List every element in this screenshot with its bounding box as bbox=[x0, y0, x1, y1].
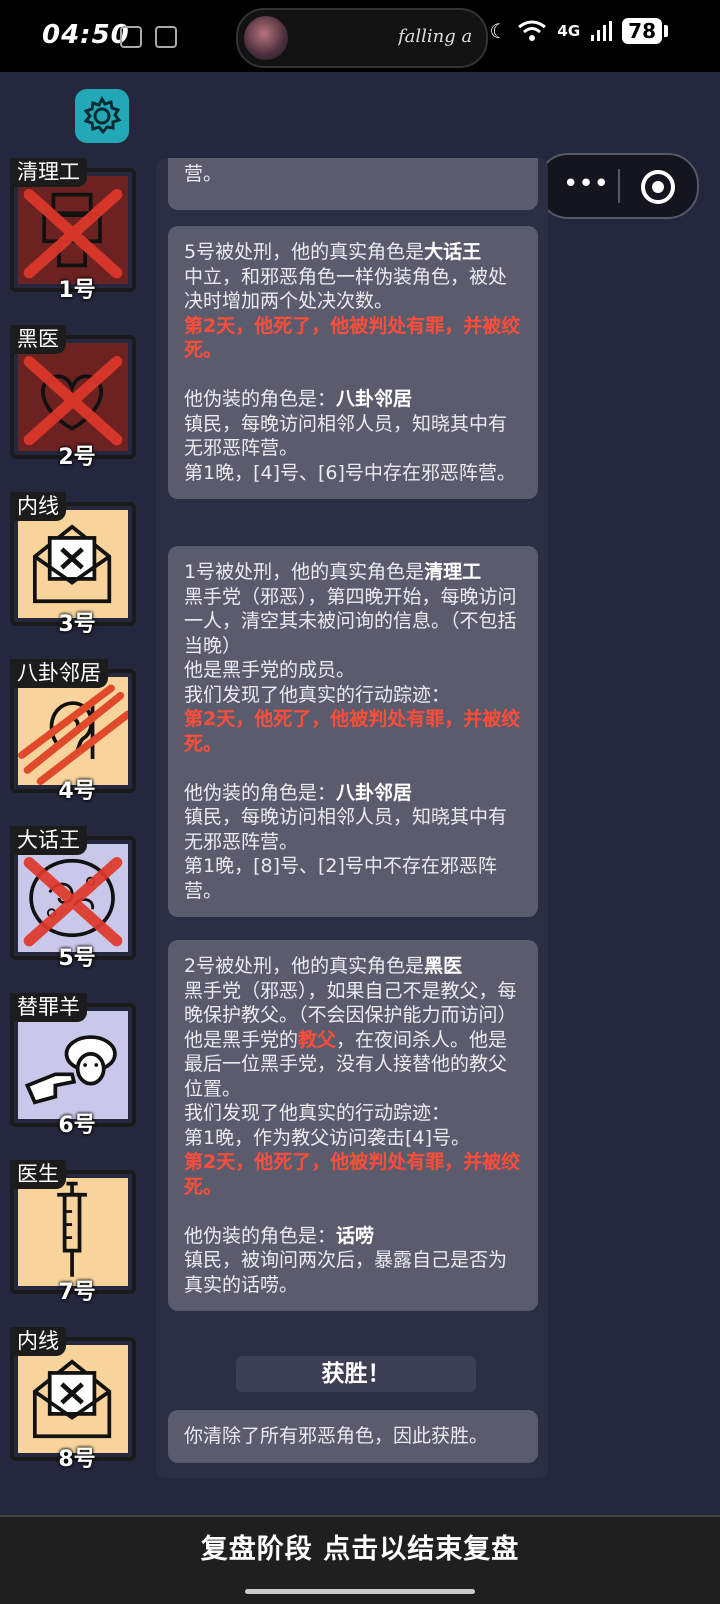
role-desc: 黑手党（邪恶），如果自己不是教父，每晚保护教父。（不会因保护能力而访问） bbox=[184, 979, 517, 1027]
log-text: 第1晚，作为教父访问袭击[4]号。 bbox=[184, 1126, 471, 1149]
night-result: 第1晚，[8]号、[2]号中不存在邪恶阵营。 bbox=[184, 855, 497, 902]
media-pill[interactable]: falling a bbox=[236, 8, 488, 68]
log-entry: 1号被处刑，他的真实角色是清理工 黑手党（邪恶），第四晚开始，每晚访问一人，清空… bbox=[168, 546, 538, 917]
album-art bbox=[244, 16, 288, 60]
victory-entry: 你清除了所有邪恶角色，因此获胜。 bbox=[168, 1410, 538, 1463]
message-icon bbox=[120, 26, 142, 48]
replay-log[interactable]: 营。 5号被处刑，他的真实角色是大话王 中立，和邪恶角色一样伪装角色，被处决时增… bbox=[156, 158, 548, 1478]
fake-role: 八卦邻居 bbox=[336, 388, 413, 410]
player-card-4[interactable]: 八卦邻居 4号 bbox=[10, 659, 144, 804]
log-entry: 5号被处刑，他的真实角色是大话王 中立，和邪恶角色一样伪装角色，被处决时增加两个… bbox=[168, 226, 538, 499]
player-number: 5号 bbox=[58, 946, 96, 971]
fake-desc: 镇民，每晚访问相邻人员，知晓其中有无邪恶阵营。 bbox=[184, 412, 508, 460]
envelope-x-icon bbox=[18, 510, 128, 618]
clock: 04:50 bbox=[42, 20, 130, 50]
fake-label: 他伪装的角色是： bbox=[184, 1224, 337, 1247]
log-text: 1号被处刑，他的真实角色是 bbox=[184, 561, 425, 583]
death-note: 第2天，他死了，他被判处有罪，并被绞死。 bbox=[184, 314, 521, 362]
status-bar: 04:50 falling a ☾ 4G 78 bbox=[0, 0, 720, 72]
victory-title: 获胜！ bbox=[236, 1356, 476, 1392]
player-card-8[interactable]: 内线 8号 bbox=[10, 1327, 144, 1472]
player-number: 4号 bbox=[58, 779, 96, 804]
signal-label: 4G bbox=[557, 22, 581, 40]
signal-icon bbox=[591, 21, 613, 41]
brain-icon bbox=[18, 844, 128, 952]
role-label: 内线 bbox=[10, 492, 66, 521]
capsule-divider bbox=[618, 169, 620, 203]
role-name: 清理工 bbox=[424, 561, 482, 583]
wifi-icon bbox=[518, 20, 547, 41]
player-card-5[interactable]: 大话王 5号 bbox=[10, 826, 144, 971]
fake-role: 八卦邻居 bbox=[336, 781, 413, 804]
fake-desc: 镇民，每晚访问相邻人员，知晓其中有无邪恶阵营。 bbox=[184, 806, 508, 853]
fake-role: 话唠 bbox=[336, 1224, 375, 1247]
envelope-x-icon bbox=[18, 1345, 128, 1453]
song-title: falling a bbox=[398, 26, 473, 47]
player-number: 3号 bbox=[58, 612, 96, 637]
role-name: 大话王 bbox=[424, 241, 482, 263]
role-label: 八卦邻居 bbox=[10, 659, 108, 688]
player-card-7[interactable]: 医生 7号 bbox=[10, 1160, 144, 1305]
log-text: 他是黑手党的成员。 bbox=[184, 659, 356, 681]
printer-icon bbox=[18, 176, 128, 284]
log-text: 营。 bbox=[184, 163, 223, 185]
log-entry: 2号被处刑，他的真实角色是黑医 黑手党（邪恶），如果自己不是教父，每晚保护教父。… bbox=[168, 940, 538, 1311]
gear-icon bbox=[83, 96, 122, 135]
battery-icon bbox=[664, 25, 668, 37]
role-label: 黑医 bbox=[10, 325, 66, 354]
log-text: 2号被处刑，他的真实角色是 bbox=[184, 955, 425, 977]
player-number: 1号 bbox=[58, 278, 96, 303]
player-card-1[interactable]: 清理工 1号 bbox=[10, 158, 144, 303]
player-card-3[interactable]: 内线 3号 bbox=[10, 492, 144, 637]
log-text: 5号被处刑，他的真实角色是 bbox=[184, 241, 425, 263]
player-number: 8号 bbox=[58, 1447, 96, 1472]
heart-icon bbox=[18, 343, 128, 451]
home-indicator bbox=[245, 1589, 475, 1594]
end-review-button[interactable]: 复盘阶段 点击以结束复盘 bbox=[0, 1515, 720, 1604]
player-number: 6号 bbox=[58, 1113, 96, 1138]
more-dots-icon[interactable]: ••• bbox=[561, 169, 611, 203]
player-card-2[interactable]: 黑医 2号 bbox=[10, 325, 144, 470]
settings-button[interactable] bbox=[75, 89, 129, 143]
victory-text: 你清除了所有邪恶角色，因此获胜。 bbox=[184, 1425, 489, 1447]
player-number: 7号 bbox=[58, 1280, 96, 1305]
player-card-6[interactable]: 替罪羊 6号 bbox=[10, 993, 144, 1138]
death-note: 第2天，他死了，他被判处有罪，并被绞死。 bbox=[184, 1151, 521, 1198]
player-number: 2号 bbox=[58, 445, 96, 470]
fake-label: 他伪装的角色是： bbox=[184, 388, 337, 410]
ear-slash-icon bbox=[18, 677, 128, 785]
night-result: 第1晚，[4]号、[6]号中存在邪恶阵营。 bbox=[184, 461, 516, 484]
status-icons: ☾ 4G 78 bbox=[489, 18, 668, 44]
moon-icon: ☾ bbox=[489, 19, 508, 43]
role-label: 清理工 bbox=[10, 158, 87, 187]
role-desc: 黑手党（邪恶），第四晚开始，每晚访问一人，清空其未被问询的信息。（不包括当晚） bbox=[184, 585, 517, 657]
miniapp-capsule: ••• bbox=[537, 153, 699, 219]
syringe-icon bbox=[18, 1178, 128, 1286]
role-desc: 中立，和邪恶角色一样伪装角色，被处决时增加两个处决次数。 bbox=[184, 265, 508, 313]
target-icon[interactable] bbox=[641, 170, 675, 204]
role-label: 替罪羊 bbox=[10, 993, 87, 1022]
log-text: 我们发现了他真实的行动踪迹： bbox=[184, 683, 451, 706]
log-text: 我们发现了他真实的行动踪迹： bbox=[184, 1102, 451, 1124]
role-name: 黑医 bbox=[424, 955, 463, 977]
log-text: 他是黑手党的 bbox=[184, 1028, 299, 1051]
sim-icon bbox=[155, 26, 177, 48]
death-note: 第2天，他死了，他被判处有罪，并被绞死。 bbox=[184, 708, 521, 755]
sheep-hand-icon bbox=[18, 1011, 128, 1119]
role-label: 内线 bbox=[10, 1327, 66, 1356]
end-review-label: 复盘阶段 点击以结束复盘 bbox=[200, 1534, 520, 1565]
fake-label: 他伪装的角色是： bbox=[184, 781, 337, 804]
role-label: 医生 bbox=[10, 1160, 66, 1189]
fake-desc: 镇民，被询问两次后，暴露自己是否为真实的话唠。 bbox=[184, 1249, 508, 1296]
battery-level: 78 bbox=[622, 18, 662, 44]
role-label: 大话王 bbox=[10, 826, 87, 855]
log-entry-partial: 营。 bbox=[168, 158, 538, 210]
godfather-tag: 教父 bbox=[298, 1028, 337, 1051]
